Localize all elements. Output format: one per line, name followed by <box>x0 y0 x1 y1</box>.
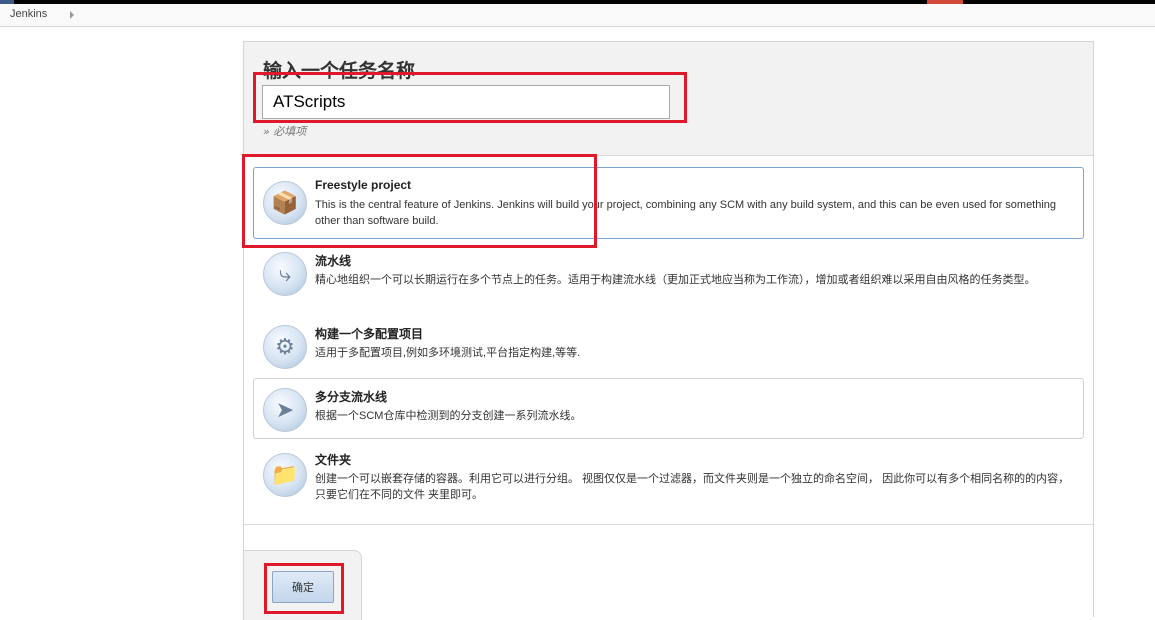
freestyle-box-icon: 📦 <box>263 181 307 225</box>
job-name-section: 输入一个任务名称 » 必填项 <box>244 42 1093 156</box>
job-type-description: 精心地组织一个可以长期运行在多个节点上的任务。适用于构建流水线（更加正式地应当称… <box>315 274 1036 286</box>
job-type-title: 构建一个多配置项目 <box>315 327 424 341</box>
job-type-title: 流水线 <box>315 254 352 268</box>
section-divider <box>244 524 1093 525</box>
new-job-panel: 输入一个任务名称 » 必填项 📦 Freestyle project This … <box>243 41 1094 617</box>
job-name-input[interactable] <box>262 85 670 119</box>
job-type-title: 多分支流水线 <box>315 390 388 404</box>
multi-config-icon: ⚙ <box>263 325 307 369</box>
folder-icon: 📁 <box>263 453 307 497</box>
multibranch-icon: ➤ <box>263 388 307 432</box>
required-hint: » 必填项 <box>263 125 307 138</box>
pipeline-icon: ⤷ <box>263 252 307 296</box>
ok-button[interactable]: 确定 <box>272 571 334 603</box>
job-type-multi-config[interactable]: ⚙ 构建一个多配置项目 适用于多配置项目,例如多环境测试,平台指定构建,等等. <box>253 316 1084 374</box>
job-type-title: Freestyle project <box>315 178 412 192</box>
bottom-action-bar: 确定 <box>243 550 362 620</box>
job-type-multibranch[interactable]: ➤ 多分支流水线 根据一个SCM仓库中检测到的分支创建一系列流水线。 <box>253 378 1084 439</box>
breadcrumb-chevron-icon[interactable] <box>70 11 74 19</box>
breadcrumb: Jenkins <box>0 4 1155 27</box>
job-type-description: 适用于多配置项目,例如多环境测试,平台指定构建,等等. <box>315 347 581 359</box>
job-type-description: 创建一个可以嵌套存储的容器。利用它可以进行分组。 视图仅仅是一个过滤器，而文件夹… <box>315 473 1070 501</box>
job-type-freestyle[interactable]: 📦 Freestyle project This is the central … <box>253 167 1084 239</box>
breadcrumb-jenkins-link[interactable]: Jenkins <box>10 8 47 20</box>
job-type-folder[interactable]: 📁 文件夹 创建一个可以嵌套存储的容器。利用它可以进行分组。 视图仅仅是一个过滤… <box>253 444 1084 514</box>
job-type-pipeline[interactable]: ⤷ 流水线 精心地组织一个可以长期运行在多个节点上的任务。适用于构建流水线（更加… <box>253 242 1084 310</box>
job-type-title: 文件夹 <box>315 453 352 467</box>
job-type-description: 根据一个SCM仓库中检测到的分支创建一系列流水线。 <box>315 410 582 422</box>
job-name-heading: 输入一个任务名称 <box>263 60 416 82</box>
job-type-description: This is the central feature of Jenkins. … <box>315 199 1057 227</box>
